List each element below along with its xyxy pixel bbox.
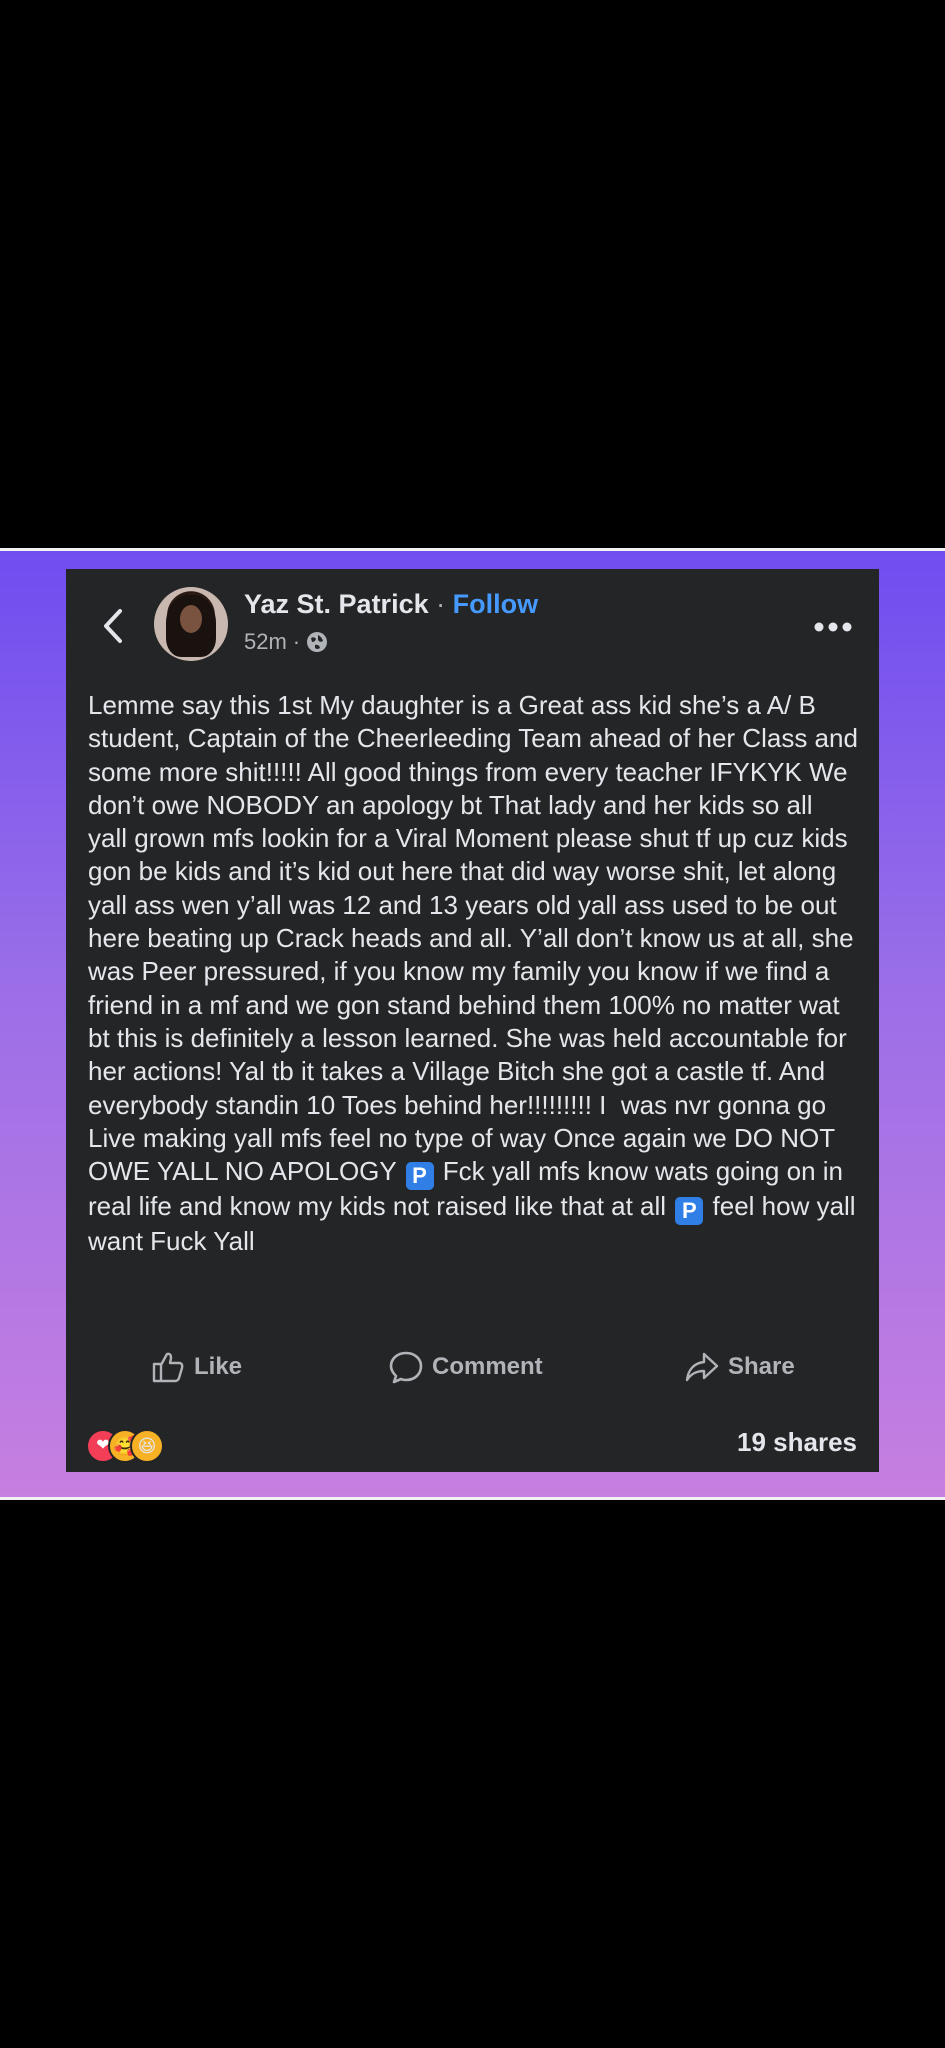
post-meta: 52m · — [244, 629, 328, 655]
author-avatar[interactable] — [154, 587, 228, 661]
back-arrow-icon[interactable] — [96, 603, 132, 649]
more-options-icon[interactable] — [813, 621, 853, 633]
name-separator: · — [428, 589, 453, 619]
post-text-part-1: Lemme say this 1st My daughter is a Grea… — [88, 690, 866, 1187]
like-label: Like — [194, 1353, 243, 1380]
reactions-summary[interactable]: ❤ 🥰 😆 — [86, 1429, 186, 1463]
post-actions: Like Comment Share — [66, 1349, 879, 1399]
share-label: Share — [728, 1353, 795, 1380]
thumbs-up-icon — [152, 1352, 184, 1383]
comment-button[interactable]: Comment — [388, 1349, 543, 1385]
share-arrow-icon — [685, 1352, 719, 1382]
meta-separator: · — [292, 629, 301, 654]
p-button-emoji: P — [405, 1162, 434, 1191]
comment-label: Comment — [432, 1353, 543, 1380]
post-card: Yaz St. Patrick · Follow 52m · Lemme say… — [66, 569, 879, 1472]
author-name[interactable]: Yaz St. Patrick — [244, 589, 429, 619]
avatar-face — [180, 605, 202, 633]
author-line: Yaz St. Patrick · Follow — [244, 589, 538, 620]
share-button[interactable]: Share — [684, 1349, 795, 1385]
follow-button[interactable]: Follow — [453, 589, 538, 619]
globe-icon — [307, 632, 328, 652]
shares-count[interactable]: 19 shares — [737, 1427, 857, 1458]
post-body: Lemme say this 1st My daughter is a Grea… — [88, 689, 858, 1258]
p-button-emoji: P — [675, 1197, 704, 1226]
comment-bubble-icon — [389, 1351, 423, 1384]
haha-reaction-icon: 😆 — [130, 1429, 164, 1463]
post-time[interactable]: 52m — [244, 629, 287, 655]
like-button[interactable]: Like — [150, 1349, 242, 1385]
